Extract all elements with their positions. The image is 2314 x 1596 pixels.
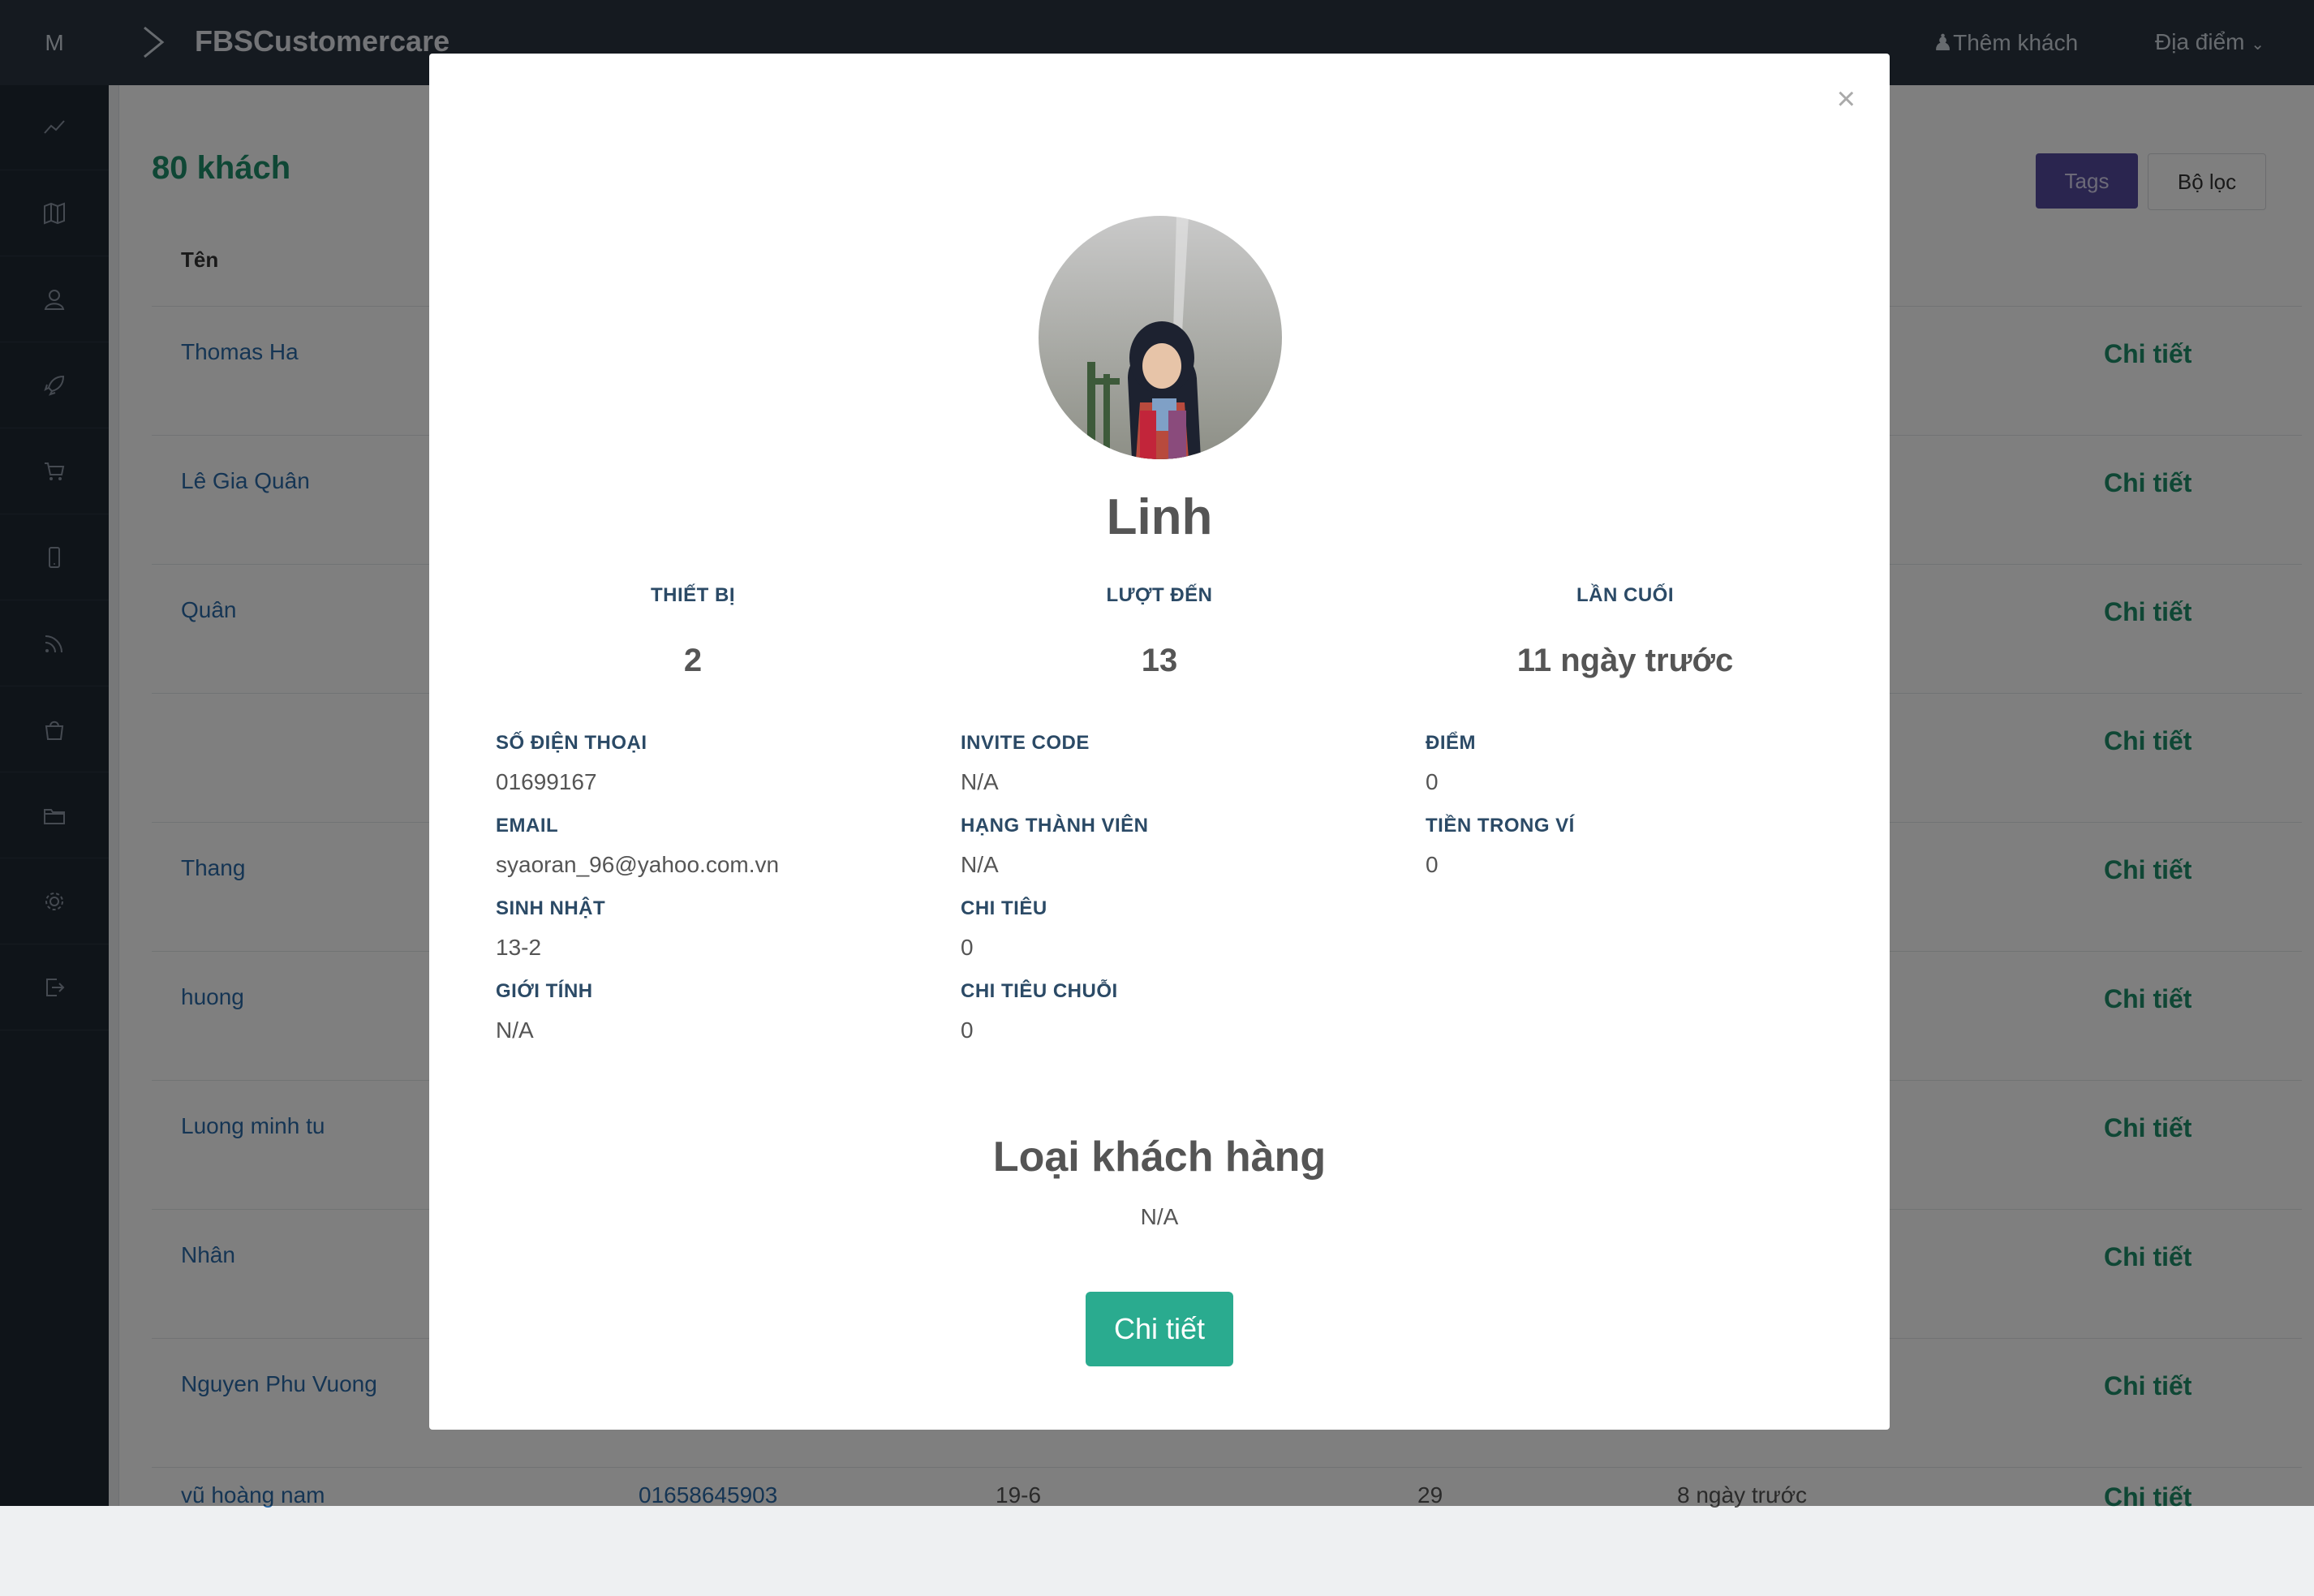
field-value: N/A [496, 1017, 534, 1043]
field-member-rank: HẠNG THÀNH VIÊN N/A [961, 815, 1149, 878]
field-wallet: TIỀN TRONG VÍ 0 [1426, 815, 1575, 878]
customer-type-title: Loại khách hàng [992, 1134, 1327, 1181]
field-label: TIỀN TRONG VÍ [1426, 815, 1575, 837]
field-invite-code: INVITE CODE N/A [961, 732, 1090, 795]
field-phone: SỐ ĐIỆN THOẠI 01699167 [496, 732, 647, 795]
field-label: CHI TIÊU CHUỖI [961, 980, 1118, 1002]
field-birthday: SINH NHẬT 13-2 [496, 897, 605, 961]
field-value: 0 [961, 935, 974, 960]
stat-label: THIẾT BỊ [651, 584, 735, 606]
field-value: 01699167 [496, 769, 597, 794]
field-label: GIỚI TÍNH [496, 980, 593, 1002]
customer-detail-modal: × Linh THIẾT BỊ 2 LƯỢT ĐẾN 13 LẦN CUỐI 1… [429, 54, 1890, 1430]
stat-value: 2 [683, 643, 703, 678]
field-points: ĐIỂM 0 [1426, 732, 1476, 795]
field-chain-spending: CHI TIÊU CHUỖI 0 [961, 980, 1118, 1043]
field-value: N/A [961, 769, 999, 794]
field-gender: GIỚI TÍNH N/A [496, 980, 593, 1043]
stat-last-visit: LẦN CUỐI 11 ngày trước [1463, 584, 1787, 679]
avatar [1039, 216, 1282, 459]
field-spending: CHI TIÊU 0 [961, 897, 1047, 961]
field-label: CHI TIÊU [961, 897, 1047, 919]
detail-button[interactable]: Chi tiết [1086, 1292, 1233, 1366]
field-value: syaoran_96@yahoo.com.vn [496, 852, 780, 877]
stat-label: LƯỢT ĐẾN [1106, 584, 1213, 606]
customer-type-value: N/A [1140, 1204, 1179, 1229]
customer-name: Linh [1106, 489, 1213, 545]
field-label: ĐIỂM [1426, 732, 1476, 754]
field-value: 0 [961, 1017, 974, 1043]
field-email: EMAIL syaoran_96@yahoo.com.vn [496, 815, 779, 878]
stat-devices: THIẾT BỊ 2 [531, 584, 855, 679]
close-icon[interactable]: × [1837, 81, 1856, 118]
stat-value: 13 [1141, 643, 1178, 678]
field-value: 0 [1426, 852, 1439, 877]
stat-value: 11 ngày trước [1516, 643, 1734, 678]
stat-visits: LƯỢT ĐẾN 13 [997, 584, 1322, 679]
field-value: 0 [1426, 769, 1439, 794]
field-label: HẠNG THÀNH VIÊN [961, 815, 1149, 837]
field-value: N/A [961, 852, 999, 877]
field-value: 13-2 [496, 935, 542, 960]
field-label: SỐ ĐIỆN THOẠI [496, 732, 647, 754]
field-label: EMAIL [496, 815, 559, 837]
field-label: SINH NHẬT [496, 897, 606, 919]
field-label: INVITE CODE [961, 732, 1090, 754]
stat-label: LẦN CUỐI [1576, 584, 1674, 606]
